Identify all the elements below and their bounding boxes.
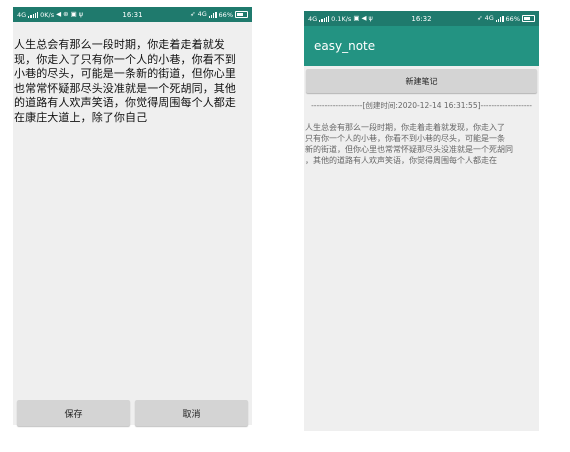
- network-label: 4G: [308, 14, 318, 23]
- location-icon: ➶: [477, 14, 483, 23]
- status-bar: 4G 0K/s ◀ ⊛ ▣ ψ 16:31 ➶ 4G 66%: [13, 7, 252, 22]
- notification-icon: ◀: [361, 14, 367, 23]
- image-icon: ▣: [353, 14, 360, 23]
- notification-icon: ◀: [56, 10, 62, 19]
- battery-icon: [235, 11, 248, 18]
- note-line: 新的街道，但你心里也常常怀疑那尽头没准就是一个死胡同: [305, 145, 513, 154]
- content-line: 的道路有人欢声笑语，你觉得周围每个人都走: [14, 96, 236, 109]
- status-time: 16:32: [411, 14, 432, 23]
- edit-note-screen: 4G 0K/s ◀ ⊛ ▣ ψ 16:31 ➶ 4G 66% 人生总会有那么一段…: [13, 7, 252, 426]
- note-list-item[interactable]: 人生总会有那么一段时期，你走着走着就发现，你走入了 只有你一个人的小巷，你看不到…: [305, 122, 538, 166]
- note-list-screen: 4G 0.1K/s ▣ ◀ ψ 16:32 ➶ 4G 66% easy_note…: [304, 11, 539, 431]
- image-icon: ▣: [70, 10, 77, 19]
- signal-strength-icon: [495, 15, 504, 22]
- signal-icon: [28, 11, 39, 18]
- status-bar: 4G 0.1K/s ▣ ◀ ψ 16:32 ➶ 4G 66%: [304, 11, 539, 26]
- content-line: 在康庄大道上，除了你自己: [14, 110, 148, 124]
- note-line: ，其他的道路有人欢声笑语，你觉得周围每个人都走在: [305, 156, 497, 165]
- net-type-label: 4G: [197, 10, 207, 19]
- signal-icon: [319, 15, 330, 22]
- content-line: 人生总会有那么一段时期，你走着走着就发: [14, 38, 225, 51]
- signal-strength-icon: [208, 11, 217, 18]
- usb-icon: ψ: [368, 14, 373, 23]
- content-line: 小巷的尽头，可能是一条新的街道，但你心里: [14, 67, 236, 80]
- battery-label: 66%: [218, 10, 233, 19]
- content-line: 也常常怀疑那尽头没准就是一个死胡同，其他: [14, 81, 236, 95]
- status-time: 16:31: [122, 10, 143, 19]
- location-icon: ➶: [190, 10, 196, 19]
- content-line: 现，你走入了只有你一个人的小巷，你看不到: [14, 52, 236, 66]
- save-button[interactable]: 保存: [17, 400, 130, 426]
- cancel-button[interactable]: 取消: [135, 400, 248, 426]
- new-note-button[interactable]: 新建笔记: [306, 69, 537, 93]
- note-line: 只有你一个人的小巷，你看不到小巷的尽头，可能是一条: [305, 134, 505, 143]
- app-bar: easy_note: [304, 26, 539, 66]
- network-label: 4G: [17, 10, 27, 19]
- wifi-icon: ⊛: [63, 10, 69, 19]
- app-title: easy_note: [314, 39, 376, 53]
- note-timestamp-header[interactable]: -------------------[创建时间:2020-12-14 16:3…: [304, 100, 539, 111]
- note-line: 人生总会有那么一段时期，你走着走着就发现，你走入了: [305, 123, 505, 132]
- battery-icon: [522, 15, 535, 22]
- net-type-label: 4G: [484, 14, 494, 23]
- note-content-input[interactable]: 人生总会有那么一段时期，你走着走着就发 现，你走入了只有你一个人的小巷，你看不到…: [13, 38, 252, 125]
- speed-label: 0K/s: [40, 10, 55, 19]
- battery-label: 66%: [505, 14, 520, 23]
- usb-icon: ψ: [78, 10, 84, 19]
- speed-label: 0.1K/s: [331, 14, 352, 23]
